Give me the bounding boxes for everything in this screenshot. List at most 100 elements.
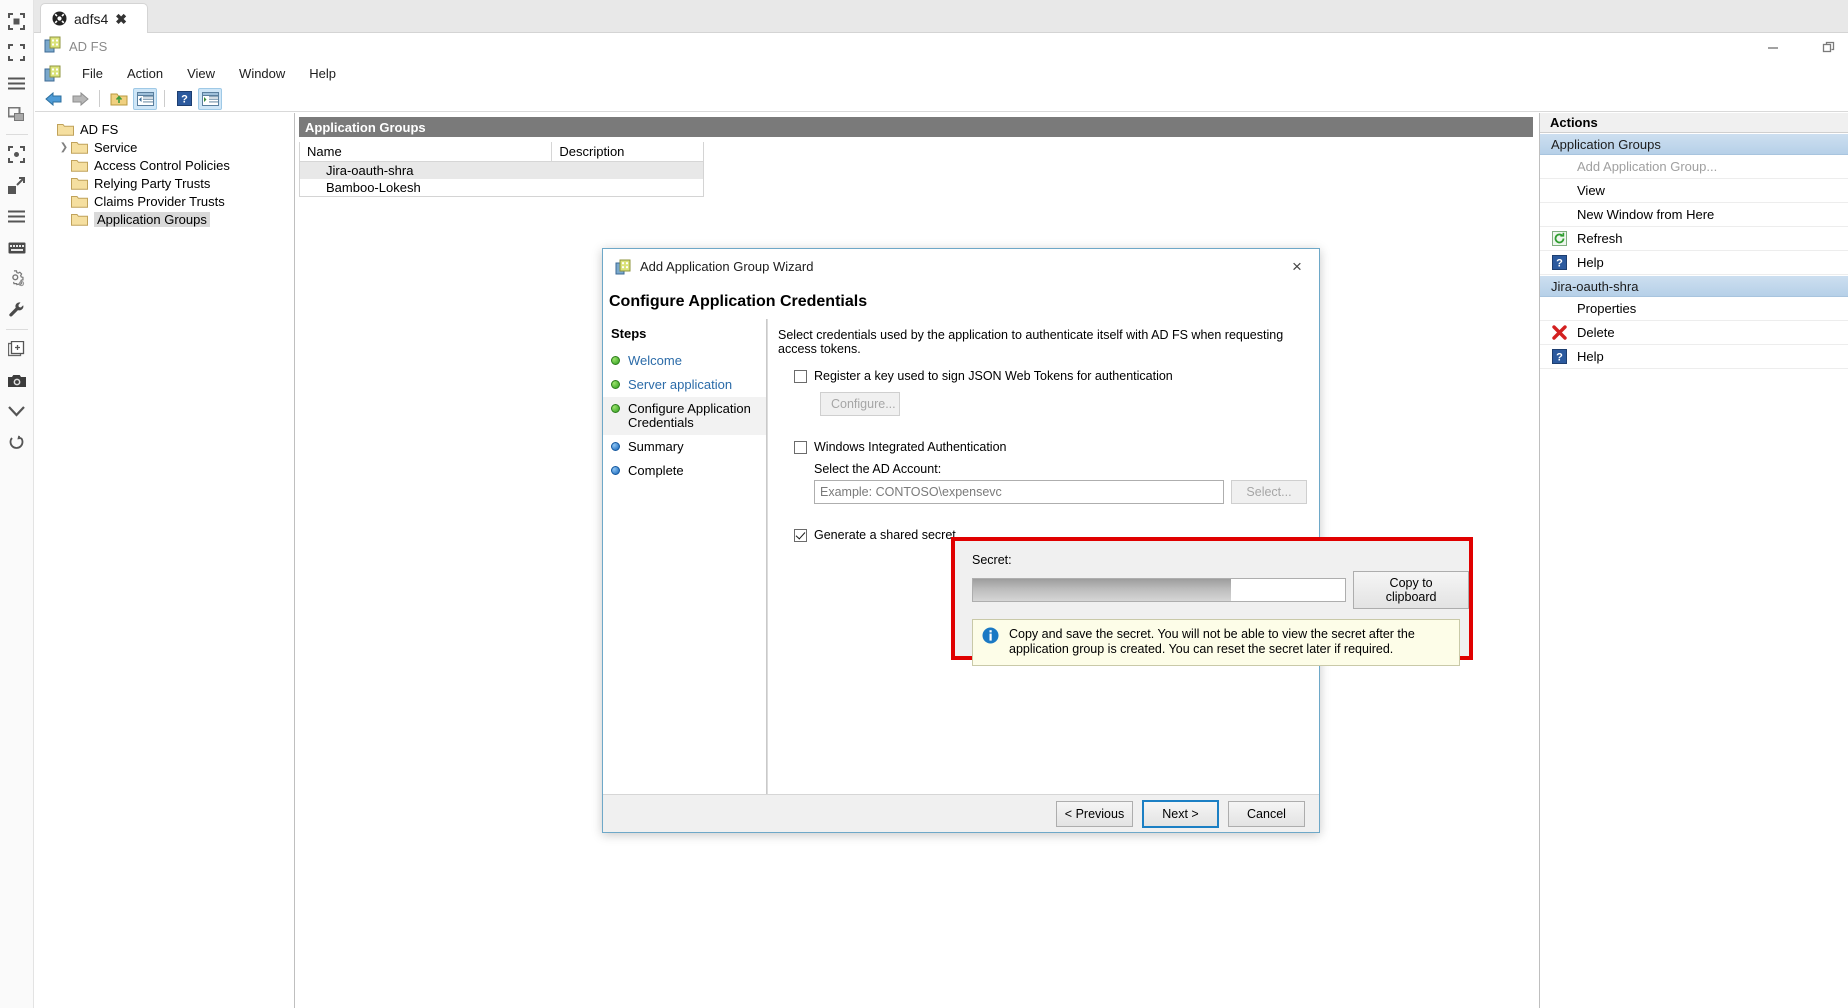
action-add-application-group[interactable]: Add Application Group... — [1540, 155, 1848, 179]
vnc-circle-icon — [52, 11, 67, 26]
table-row[interactable]: Bamboo-Lokesh — [300, 179, 703, 196]
step-welcome[interactable]: Welcome — [603, 349, 766, 373]
forward-arrow-icon[interactable] — [68, 88, 92, 110]
generate-shared-secret-checkbox[interactable] — [794, 529, 807, 542]
browser-tab[interactable]: adfs4 ✖ — [40, 3, 148, 33]
menu-window[interactable]: Window — [227, 64, 297, 83]
menu-icon[interactable] — [0, 68, 34, 99]
show-tree-icon[interactable] — [133, 88, 157, 110]
menu-help[interactable]: Help — [297, 64, 348, 83]
column-header-description[interactable]: Description — [552, 142, 703, 161]
actions-pane-title: Actions — [1540, 113, 1848, 133]
tree-item-claims-provider-trusts[interactable]: Claims Provider Trusts — [35, 192, 294, 210]
tree-root-ad-fs[interactable]: AD FS — [35, 120, 294, 138]
close-icon[interactable]: ✖ — [115, 12, 127, 26]
jwt-checkbox-label: Register a key used to sign JSON Web Tok… — [814, 369, 1173, 383]
window-icon[interactable] — [0, 99, 34, 130]
list-icon[interactable] — [0, 201, 34, 232]
windows-integrated-auth-checkbox[interactable] — [794, 441, 807, 454]
camera-icon[interactable] — [0, 365, 34, 396]
action-delete[interactable]: Delete — [1540, 321, 1848, 345]
step-configure-application-credentials[interactable]: Configure Application Credentials — [603, 397, 766, 435]
fullscreen-icon[interactable] — [0, 37, 34, 68]
tree-label-claims-provider-trusts: Claims Provider Trusts — [94, 194, 225, 209]
help-icon: ? — [1551, 349, 1567, 365]
action-view[interactable]: View — [1540, 179, 1848, 203]
action-label: Refresh — [1575, 231, 1623, 246]
power-icon[interactable] — [0, 427, 34, 458]
secret-input[interactable] — [972, 578, 1346, 602]
step-label: Complete — [628, 464, 684, 478]
chevron-right-icon[interactable]: ❯ — [57, 142, 71, 153]
tree-label-relying-party-trusts: Relying Party Trusts — [94, 176, 210, 191]
back-arrow-icon[interactable] — [42, 88, 66, 110]
tree-item-service[interactable]: ❯ Service — [35, 138, 294, 156]
select-ad-account-button[interactable]: Select... — [1231, 480, 1307, 504]
adfs-icon — [44, 36, 62, 58]
secret-label: Secret: — [972, 553, 1469, 567]
resize-icon[interactable] — [0, 170, 34, 201]
ad-account-input[interactable] — [814, 480, 1224, 504]
action-label: View — [1575, 183, 1605, 198]
folder-icon — [57, 122, 74, 136]
copy-to-clipboard-button[interactable]: Copy to clipboard — [1353, 571, 1469, 609]
wia-checkbox-row[interactable]: Windows Integrated Authentication — [794, 440, 1307, 454]
tree-item-relying-party-trusts[interactable]: Relying Party Trusts — [35, 174, 294, 192]
step-label: Server application — [628, 378, 732, 392]
step-label: Summary — [628, 440, 684, 454]
console-tree: AD FS ❯ Service Access Control Policies — [35, 113, 295, 1008]
tree-item-application-groups[interactable]: Application Groups — [35, 210, 294, 228]
tree-label-application-groups: Application Groups — [94, 212, 210, 227]
action-properties[interactable]: Properties — [1540, 297, 1848, 321]
fullscreen-expand-icon[interactable] — [0, 6, 34, 37]
mmc-app-title: AD FS — [69, 39, 107, 54]
cell-name: Jira-oauth-shra — [326, 163, 413, 178]
blank-icon — [1551, 207, 1567, 223]
step-summary[interactable]: Summary — [603, 435, 766, 459]
table-row[interactable]: Jira-oauth-shra — [300, 162, 703, 179]
help-icon[interactable]: ? — [172, 88, 196, 110]
tree-item-access-control-policies[interactable]: Access Control Policies — [35, 156, 294, 174]
refresh-icon — [1551, 231, 1567, 247]
jwt-checkbox-row[interactable]: Register a key used to sign JSON Web Tok… — [794, 369, 1307, 383]
cancel-button[interactable]: Cancel — [1228, 801, 1305, 827]
action-new-window-from-here[interactable]: New Window from Here — [1540, 203, 1848, 227]
actions-pane: Actions Application Groups Add Applicati… — [1539, 113, 1848, 1008]
action-pane-icon[interactable] — [198, 88, 222, 110]
folder-icon — [71, 158, 88, 172]
jwt-checkbox[interactable] — [794, 370, 807, 383]
menu-action[interactable]: Action — [115, 64, 175, 83]
actions-group-application-groups: Application Groups — [1540, 133, 1848, 155]
folder-icon — [71, 212, 88, 226]
column-header-name[interactable]: Name — [300, 142, 552, 161]
settings-gear-icon[interactable] — [0, 263, 34, 294]
secret-highlight-box: Secret: Copy to clipboard — [951, 537, 1473, 660]
new-window-icon[interactable] — [0, 334, 34, 365]
wrench-icon[interactable] — [0, 294, 34, 325]
keyboard-icon[interactable] — [0, 232, 34, 263]
wizard-page-heading: Configure Application Credentials — [603, 284, 1319, 319]
menu-view[interactable]: View — [175, 64, 227, 83]
action-label: Help — [1575, 349, 1604, 364]
step-status-icon — [611, 466, 620, 475]
next-button[interactable]: Next > — [1142, 800, 1219, 828]
restore-button[interactable] — [1818, 36, 1840, 58]
wizard-title: Add Application Group Wizard — [640, 259, 1283, 274]
shared-secret-checkbox-label: Generate a shared secret — [814, 528, 956, 542]
action-refresh[interactable]: Refresh — [1540, 227, 1848, 251]
previous-button[interactable]: < Previous — [1056, 801, 1133, 827]
action-help[interactable]: ? Help — [1540, 251, 1848, 275]
info-icon — [982, 627, 999, 644]
chevron-down-icon[interactable] — [0, 396, 34, 427]
folder-icon — [71, 194, 88, 208]
step-complete[interactable]: Complete — [603, 459, 766, 483]
minimize-button[interactable] — [1762, 36, 1784, 58]
up-folder-icon[interactable] — [107, 88, 131, 110]
close-icon[interactable]: × — [1283, 254, 1311, 280]
configure-button[interactable]: Configure... — [820, 392, 900, 416]
svg-text:?: ? — [1556, 258, 1563, 270]
step-server-application[interactable]: Server application — [603, 373, 766, 397]
scaling-icon[interactable] — [0, 139, 34, 170]
menu-file[interactable]: File — [70, 64, 115, 83]
action-help-2[interactable]: ? Help — [1540, 345, 1848, 369]
